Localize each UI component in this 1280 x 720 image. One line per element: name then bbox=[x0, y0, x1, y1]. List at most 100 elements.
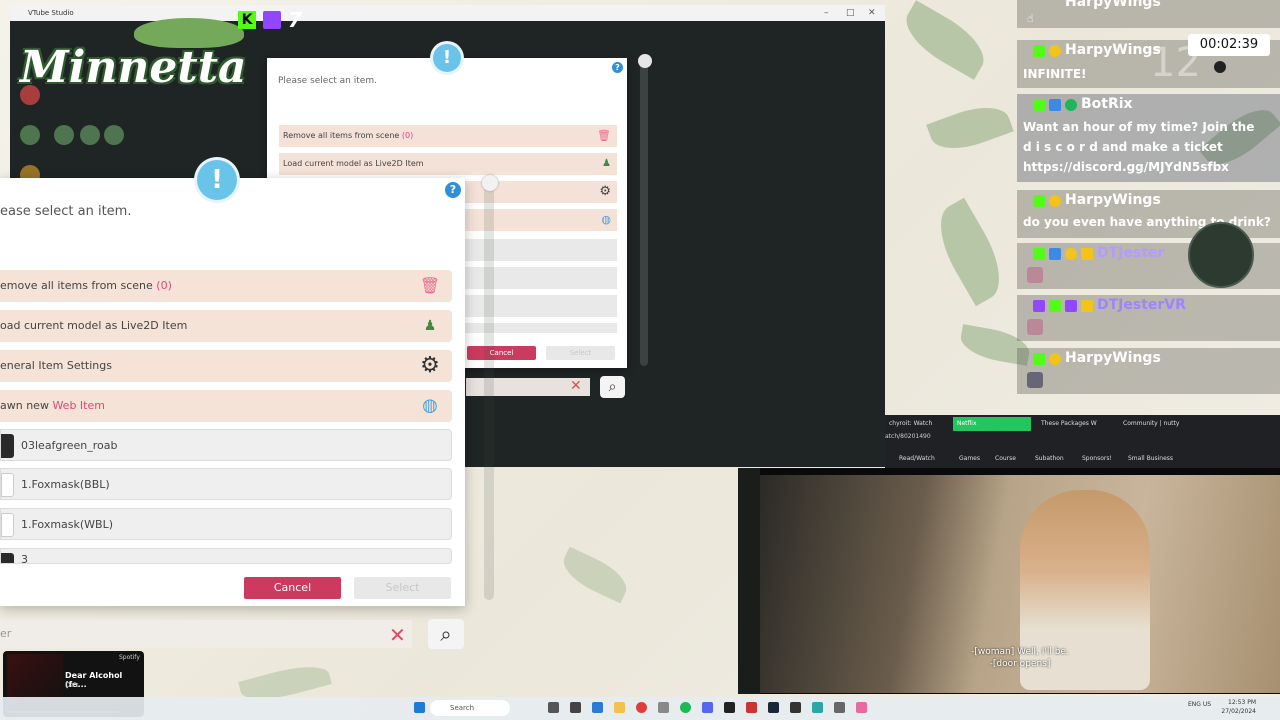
item-row[interactable]: 1.Foxmask(BBL) bbox=[0, 468, 452, 500]
address-bar[interactable]: atch/80201490 bbox=[885, 433, 931, 440]
load-model-row[interactable]: oad current model as Live2D Item ♟ bbox=[0, 310, 452, 342]
select-button[interactable]: Select bbox=[546, 346, 615, 360]
tab-watch[interactable]: chyroit: Watch bbox=[885, 417, 950, 431]
tab-netflix[interactable]: Netflix bbox=[953, 417, 1031, 431]
item-thumbnail bbox=[1, 553, 14, 563]
twitch-badge-icon bbox=[1033, 300, 1045, 312]
chat-username: HarpyWings bbox=[1065, 192, 1161, 208]
kick-badge-icon bbox=[1033, 195, 1045, 207]
web-item-row[interactable]: awn new Web Item ◍ bbox=[0, 390, 452, 422]
clear-icon[interactable]: ✕ bbox=[389, 623, 406, 647]
search-icon[interactable]: ⌕ bbox=[428, 619, 464, 649]
dialog-title: ease select an item. bbox=[0, 204, 132, 219]
verified-badge-icon bbox=[1065, 99, 1077, 111]
twitch-icon bbox=[263, 11, 281, 29]
leaf-decoration bbox=[556, 546, 634, 604]
minimize-button[interactable]: – bbox=[824, 5, 829, 21]
windows-start-icon[interactable] bbox=[414, 702, 425, 713]
settings-row[interactable]: eneral Item Settings ⚙ bbox=[0, 350, 452, 382]
clear-icon[interactable]: ✕ bbox=[570, 378, 582, 394]
bookmark-read-watch[interactable]: Read/Watch bbox=[899, 455, 935, 462]
bookmark-course[interactable]: Course bbox=[995, 455, 1016, 462]
help-icon[interactable]: ? bbox=[445, 182, 461, 198]
track-artist: Dax bbox=[65, 681, 79, 689]
chat-text: Want an hour of my time? Join the d i s … bbox=[1023, 120, 1255, 174]
item-row[interactable]: 1.Foxmask(WBL) bbox=[0, 508, 452, 540]
app-icon[interactable] bbox=[570, 702, 581, 713]
emote-icon bbox=[1027, 372, 1043, 388]
tab-packages[interactable]: These Packages W bbox=[1037, 417, 1113, 431]
spotify-label: Spotify bbox=[119, 654, 140, 661]
logo-text: Minnetta bbox=[20, 42, 247, 93]
remove-items-row[interactable]: emove all items from scene (0) 🗑 bbox=[0, 270, 452, 302]
obs-icon[interactable] bbox=[658, 702, 669, 713]
edge-icon[interactable] bbox=[592, 702, 603, 713]
taskbar-search[interactable]: Search bbox=[430, 700, 510, 716]
chat-message: HarpyWings ☝ bbox=[1017, 0, 1280, 28]
bookmark-sponsors[interactable]: Sponsors! bbox=[1082, 455, 1112, 462]
help-icon[interactable]: ? bbox=[612, 62, 623, 73]
leaf-decoration bbox=[926, 97, 1014, 159]
item-row[interactable]: 3 bbox=[0, 548, 452, 564]
load-model-row[interactable]: Load current model as Live2D Item ♟ bbox=[279, 153, 617, 175]
row-label: eneral Item Settings bbox=[0, 359, 112, 372]
remove-items-row[interactable]: Remove all items from scene (0) 🗑 bbox=[279, 125, 617, 147]
sub-badge-icon bbox=[1049, 353, 1061, 365]
app-icon[interactable] bbox=[812, 702, 823, 713]
tab-community[interactable]: Community | nutty bbox=[1119, 417, 1195, 431]
subtitle-line: -[woman] Well, I'll be. bbox=[971, 647, 1069, 657]
discord-icon[interactable] bbox=[702, 702, 713, 713]
subathon-timer: 00:02:39 bbox=[1188, 34, 1270, 56]
chat-username: HarpyWings bbox=[1065, 42, 1161, 58]
bookmark-subathon[interactable]: Subathon bbox=[1035, 455, 1064, 462]
sub-badge-icon bbox=[1049, 45, 1061, 57]
bot-badge-icon bbox=[1049, 99, 1061, 111]
opera-icon[interactable] bbox=[636, 702, 647, 713]
item-name: 1.Foxmask(BBL) bbox=[21, 478, 110, 491]
search-icon[interactable]: ⌕ bbox=[600, 376, 625, 398]
person-icon: ♟ bbox=[602, 158, 611, 169]
image-icon[interactable] bbox=[20, 125, 40, 145]
app-icon[interactable] bbox=[790, 702, 801, 713]
maximize-button[interactable]: □ bbox=[846, 5, 855, 21]
crown-badge-icon bbox=[1081, 300, 1093, 312]
close-button[interactable]: ✕ bbox=[868, 5, 876, 21]
app-icon[interactable] bbox=[834, 702, 845, 713]
clock-date: 27/02/2024 bbox=[1221, 708, 1256, 715]
app-icon[interactable] bbox=[724, 702, 735, 713]
chat-message: HarpyWings bbox=[1017, 348, 1280, 394]
taskbar-clock[interactable]: 12:53 PM 27/02/2024 bbox=[1216, 698, 1256, 716]
steam-icon[interactable] bbox=[768, 702, 779, 713]
item-name: 03leafgreen_roab bbox=[21, 439, 118, 452]
size-slider[interactable] bbox=[484, 182, 494, 600]
leaf-decoration bbox=[925, 197, 1015, 307]
network-icon[interactable] bbox=[80, 125, 100, 145]
cancel-button[interactable]: Cancel bbox=[467, 346, 536, 360]
info-icon: ! bbox=[197, 160, 237, 200]
slider-handle[interactable] bbox=[482, 175, 498, 191]
kick-badge-icon bbox=[1033, 45, 1045, 57]
task-view-icon[interactable] bbox=[548, 702, 559, 713]
item-icon[interactable] bbox=[104, 125, 124, 145]
star-icon[interactable] bbox=[54, 125, 74, 145]
back-size-slider[interactable] bbox=[640, 62, 648, 366]
language-indicator[interactable]: ENG US bbox=[1188, 701, 1211, 708]
row-label: awn new bbox=[0, 399, 53, 412]
vtube-studio-icon[interactable] bbox=[856, 702, 867, 713]
back-slider-handle[interactable] bbox=[638, 54, 652, 68]
globe-icon: ◍ bbox=[601, 213, 611, 226]
row-label: emove all items from scene bbox=[0, 279, 157, 292]
search-input[interactable]: er bbox=[0, 620, 412, 648]
chat-username: DTJester bbox=[1097, 245, 1165, 261]
badge-icon bbox=[1049, 248, 1061, 260]
bookmark-small-business[interactable]: Small Business bbox=[1128, 455, 1173, 462]
cancel-button[interactable]: Cancel bbox=[244, 577, 341, 599]
spotify-icon[interactable] bbox=[680, 702, 691, 713]
item-row[interactable]: 03leafgreen_roab bbox=[0, 429, 452, 461]
kick-badge-icon bbox=[1049, 300, 1061, 312]
app-icon[interactable] bbox=[746, 702, 757, 713]
chat-username: HarpyWings bbox=[1065, 0, 1161, 10]
folder-icon[interactable] bbox=[614, 702, 625, 713]
bookmark-games[interactable]: Games bbox=[959, 455, 980, 462]
select-button[interactable]: Select bbox=[354, 577, 451, 599]
